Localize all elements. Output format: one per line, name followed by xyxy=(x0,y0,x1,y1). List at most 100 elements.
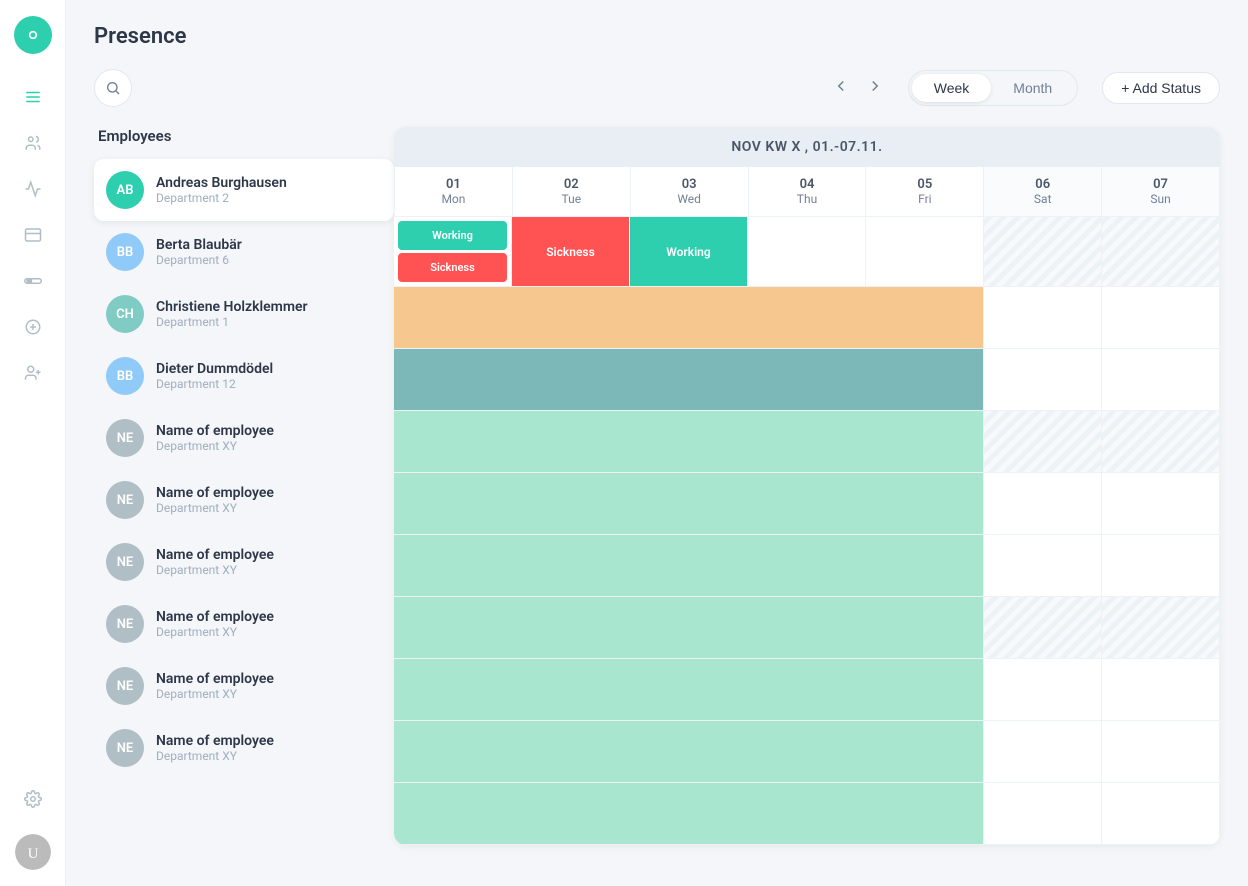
cell-ch-weekdays xyxy=(394,349,984,411)
day-num: 07 xyxy=(1110,177,1211,192)
people-icon[interactable] xyxy=(14,124,52,162)
cell-ab-fri xyxy=(866,217,984,287)
day-name: Fri xyxy=(874,192,975,206)
content-area: Employees AB Andreas Burghausen Departme… xyxy=(94,127,1220,845)
employee-info: Name of employee Department XY xyxy=(156,485,274,515)
employee-name: Name of employee xyxy=(156,609,274,625)
avatar: NE xyxy=(106,729,144,767)
employee-item[interactable]: BB Berta Blaubär Department 6 xyxy=(94,221,394,283)
cell-ne3-sat xyxy=(984,597,1102,659)
avatar: NE xyxy=(106,543,144,581)
search-button[interactable] xyxy=(94,69,132,107)
calendar-body: Working Sickness Sickness Working xyxy=(394,217,1220,845)
day-num: 03 xyxy=(639,177,740,192)
main-content: Presence Week Month + Add Status xyxy=(66,0,1248,886)
nav-arrows xyxy=(828,73,888,104)
day-header-05: 05 Fri xyxy=(866,167,984,217)
employee-item[interactable]: NE Name of employee Department XY xyxy=(94,655,394,717)
employee-dept: Department XY xyxy=(156,563,274,577)
user-plus-icon[interactable] xyxy=(14,354,52,392)
employee-dept: Department 12 xyxy=(156,377,273,391)
cell-bb-mon-orange xyxy=(394,287,984,349)
add-status-button[interactable]: + Add Status xyxy=(1102,72,1220,104)
employee-item[interactable]: NE Name of employee Department XY xyxy=(94,407,394,469)
day-name: Sat xyxy=(992,192,1093,206)
employee-info: Name of employee Department XY xyxy=(156,671,274,701)
prev-arrow[interactable] xyxy=(828,73,854,104)
avatar: NE xyxy=(106,481,144,519)
toggle-icon[interactable] xyxy=(14,262,52,300)
day-header-01: 01 Mon xyxy=(395,167,513,217)
cell-ne4-sat xyxy=(984,659,1102,721)
employee-dept: Department XY xyxy=(156,501,274,515)
week-view-button[interactable]: Week xyxy=(912,74,992,102)
settings-icon[interactable] xyxy=(14,780,52,818)
cell-ne6-sun xyxy=(1102,783,1220,845)
employee-name: Name of employee xyxy=(156,485,274,501)
employee-dept: Department 1 xyxy=(156,315,308,329)
cell-ne6-sat xyxy=(984,783,1102,845)
employee-name: Berta Blaubär xyxy=(156,237,242,253)
cell-ab-tue: Sickness xyxy=(512,217,630,287)
coin-icon[interactable] xyxy=(14,308,52,346)
chart-icon[interactable] xyxy=(14,170,52,208)
cell-ne1-weekdays xyxy=(394,473,984,535)
cell-ch-sun xyxy=(1102,349,1220,411)
employee-list: AB Andreas Burghausen Department 2 BB Be… xyxy=(94,159,394,779)
employee-info: Dieter Dummdödel Department 12 xyxy=(156,361,273,391)
sickness-status: Sickness xyxy=(398,253,507,282)
cell-dd-sun xyxy=(1102,411,1220,473)
avatar: AB xyxy=(106,171,144,209)
employee-info: Name of employee Department XY xyxy=(156,423,274,453)
cell-ab-wed: Working xyxy=(630,217,748,287)
cell-ab-thu xyxy=(748,217,866,287)
day-name: Thu xyxy=(757,192,858,206)
cell-ne2-sun xyxy=(1102,535,1220,597)
day-name: Sun xyxy=(1110,192,1211,206)
cell-ch-sat xyxy=(984,349,1102,411)
sickness-label: Sickness xyxy=(546,245,595,259)
employee-item[interactable]: NE Name of employee Department XY xyxy=(94,593,394,655)
employee-dept: Department XY xyxy=(156,625,274,639)
employee-name: Name of employee xyxy=(156,733,274,749)
employee-item[interactable]: BB Dieter Dummdödel Department 12 xyxy=(94,345,394,407)
cell-dd-weekdays xyxy=(394,411,984,473)
avatar: NE xyxy=(106,667,144,705)
employee-item[interactable]: NE Name of employee Department XY xyxy=(94,717,394,779)
employee-dept: Department 2 xyxy=(156,191,287,205)
app-logo[interactable] xyxy=(14,16,52,54)
cell-ab-sat xyxy=(984,217,1102,287)
employee-info: Name of employee Department XY xyxy=(156,609,274,639)
employee-info: Andreas Burghausen Department 2 xyxy=(156,175,287,205)
card-icon[interactable] xyxy=(14,216,52,254)
day-name: Wed xyxy=(639,192,740,206)
employee-item[interactable]: NE Name of employee Department XY xyxy=(94,531,394,593)
user-avatar[interactable] xyxy=(15,834,51,870)
day-header-04: 04 Thu xyxy=(749,167,867,217)
next-arrow[interactable] xyxy=(862,73,888,104)
view-toggle: Week Month xyxy=(908,70,1078,106)
day-num: 04 xyxy=(757,177,858,192)
cell-ne3-weekdays xyxy=(394,597,984,659)
employee-item[interactable]: AB Andreas Burghausen Department 2 xyxy=(94,159,394,221)
employee-panel: Employees AB Andreas Burghausen Departme… xyxy=(94,127,394,845)
cell-ne5-sun xyxy=(1102,721,1220,783)
cell-ne6-weekdays xyxy=(394,783,984,845)
employee-dept: Department XY xyxy=(156,687,274,701)
cell-dd-sat xyxy=(984,411,1102,473)
month-view-button[interactable]: Month xyxy=(991,74,1074,102)
employee-info: Name of employee Department XY xyxy=(156,547,274,577)
menu-icon[interactable] xyxy=(14,78,52,116)
employee-name: Name of employee xyxy=(156,671,274,687)
employee-info: Name of employee Department XY xyxy=(156,733,274,763)
avatar: NE xyxy=(106,605,144,643)
employee-item[interactable]: NE Name of employee Department XY xyxy=(94,469,394,531)
avatar: NE xyxy=(106,419,144,457)
avatar: BB xyxy=(106,233,144,271)
employee-item[interactable]: CH Christiene Holzklemmer Department 1 xyxy=(94,283,394,345)
cell-bb-sat xyxy=(984,287,1102,349)
employee-info: Berta Blaubär Department 6 xyxy=(156,237,242,267)
employees-title: Employees xyxy=(94,127,394,145)
avatar: BB xyxy=(106,357,144,395)
working-status: Working xyxy=(398,221,507,250)
